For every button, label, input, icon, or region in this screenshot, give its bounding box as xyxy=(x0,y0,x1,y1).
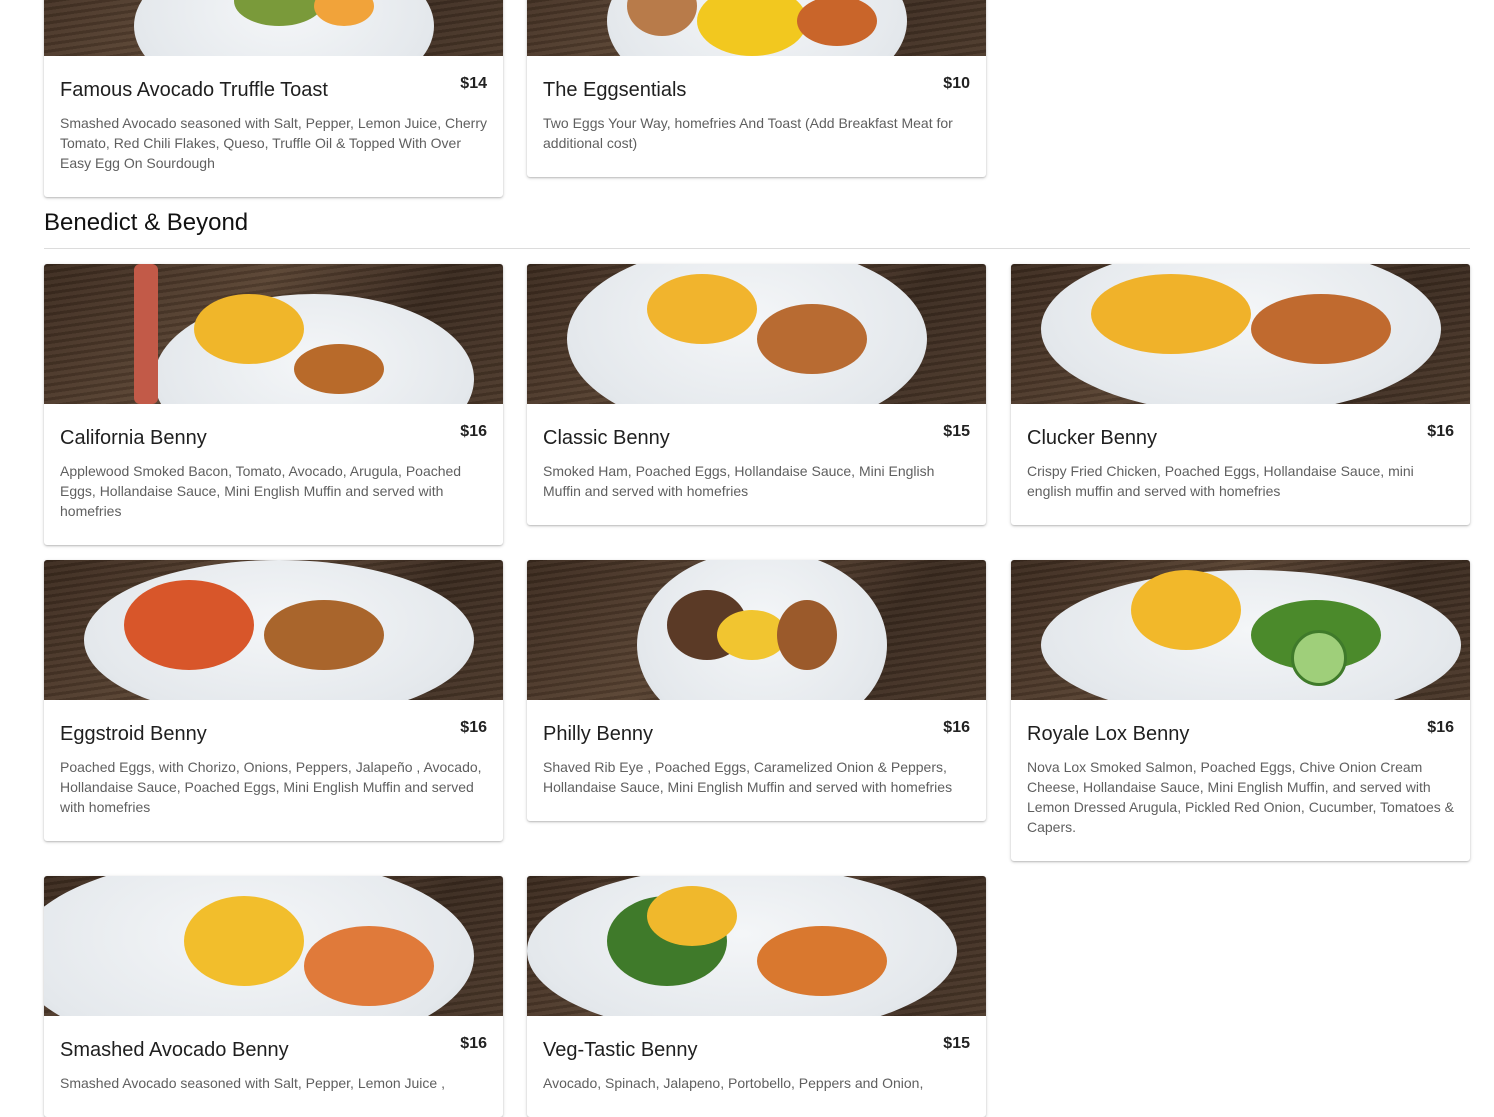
menu-item-card[interactable]: The Eggsentials $10 Two Eggs Your Way, h… xyxy=(527,0,986,177)
item-name: Philly Benny xyxy=(543,723,654,745)
item-description: Two Eggs Your Way, homefries And Toast (… xyxy=(543,115,953,151)
menu-item-card[interactable]: Eggstroid Benny $16 Poached Eggs, with C… xyxy=(44,560,503,841)
item-description: Crispy Fried Chicken, Poached Eggs, Holl… xyxy=(1027,463,1414,499)
section-divider xyxy=(44,248,1470,249)
menu-item-card[interactable]: Famous Avocado Truffle Toast $14 Smashed… xyxy=(44,0,503,197)
item-name: Veg-Tastic Benny xyxy=(543,1039,698,1061)
item-price: $16 xyxy=(460,719,487,736)
item-price: $16 xyxy=(943,719,970,736)
food-photo xyxy=(527,0,986,56)
item-name: Royale Lox Benny xyxy=(1027,723,1190,745)
food-photo xyxy=(1011,264,1470,404)
menu-item-card[interactable]: Smashed Avocado Benny $16 Smashed Avocad… xyxy=(44,876,503,1117)
item-name: Eggstroid Benny xyxy=(60,723,207,745)
menu-item-card[interactable]: Clucker Benny $16 Crispy Fried Chicken, … xyxy=(1011,264,1470,525)
food-photo xyxy=(527,876,986,1016)
item-price: $16 xyxy=(460,423,487,440)
item-price: $16 xyxy=(1427,719,1454,736)
food-photo xyxy=(44,0,503,56)
item-price: $10 xyxy=(943,75,970,92)
menu-item-card[interactable]: Royale Lox Benny $16 Nova Lox Smoked Sal… xyxy=(1011,560,1470,861)
item-name: Famous Avocado Truffle Toast xyxy=(60,79,328,101)
food-photo xyxy=(1011,560,1470,700)
item-price: $14 xyxy=(460,75,487,92)
menu-item-card[interactable]: Classic Benny $15 Smoked Ham, Poached Eg… xyxy=(527,264,986,525)
item-name: The Eggsentials xyxy=(543,79,687,101)
section-title: Benedict & Beyond xyxy=(44,209,249,236)
menu-item-card[interactable]: California Benny $16 Applewood Smoked Ba… xyxy=(44,264,503,545)
item-description: Shaved Rib Eye , Poached Eggs, Carameliz… xyxy=(543,759,953,795)
item-price: $16 xyxy=(1427,423,1454,440)
item-description: Applewood Smoked Bacon, Tomato, Avocado,… xyxy=(60,463,462,519)
item-description: Poached Eggs, with Chorizo, Onions, Pepp… xyxy=(60,759,482,815)
food-photo xyxy=(44,264,503,404)
item-name: Classic Benny xyxy=(543,427,670,449)
item-price: $15 xyxy=(943,1035,970,1052)
item-name: Clucker Benny xyxy=(1027,427,1158,449)
item-name: California Benny xyxy=(60,427,207,449)
item-description: Smashed Avocado seasoned with Salt, Pepp… xyxy=(60,115,487,171)
item-price: $16 xyxy=(460,1035,487,1052)
food-photo xyxy=(527,264,986,404)
item-price: $15 xyxy=(943,423,970,440)
item-description: Nova Lox Smoked Salmon, Poached Eggs, Ch… xyxy=(1027,759,1454,835)
food-photo xyxy=(44,560,503,700)
item-description: Smoked Ham, Poached Eggs, Hollandaise Sa… xyxy=(543,463,935,499)
food-photo xyxy=(44,876,503,1016)
menu-item-card[interactable]: Veg-Tastic Benny $15 Avocado, Spinach, J… xyxy=(527,876,986,1117)
menu-item-card[interactable]: Philly Benny $16 Shaved Rib Eye , Poache… xyxy=(527,560,986,821)
food-photo xyxy=(527,560,986,700)
item-name: Smashed Avocado Benny xyxy=(60,1039,289,1061)
